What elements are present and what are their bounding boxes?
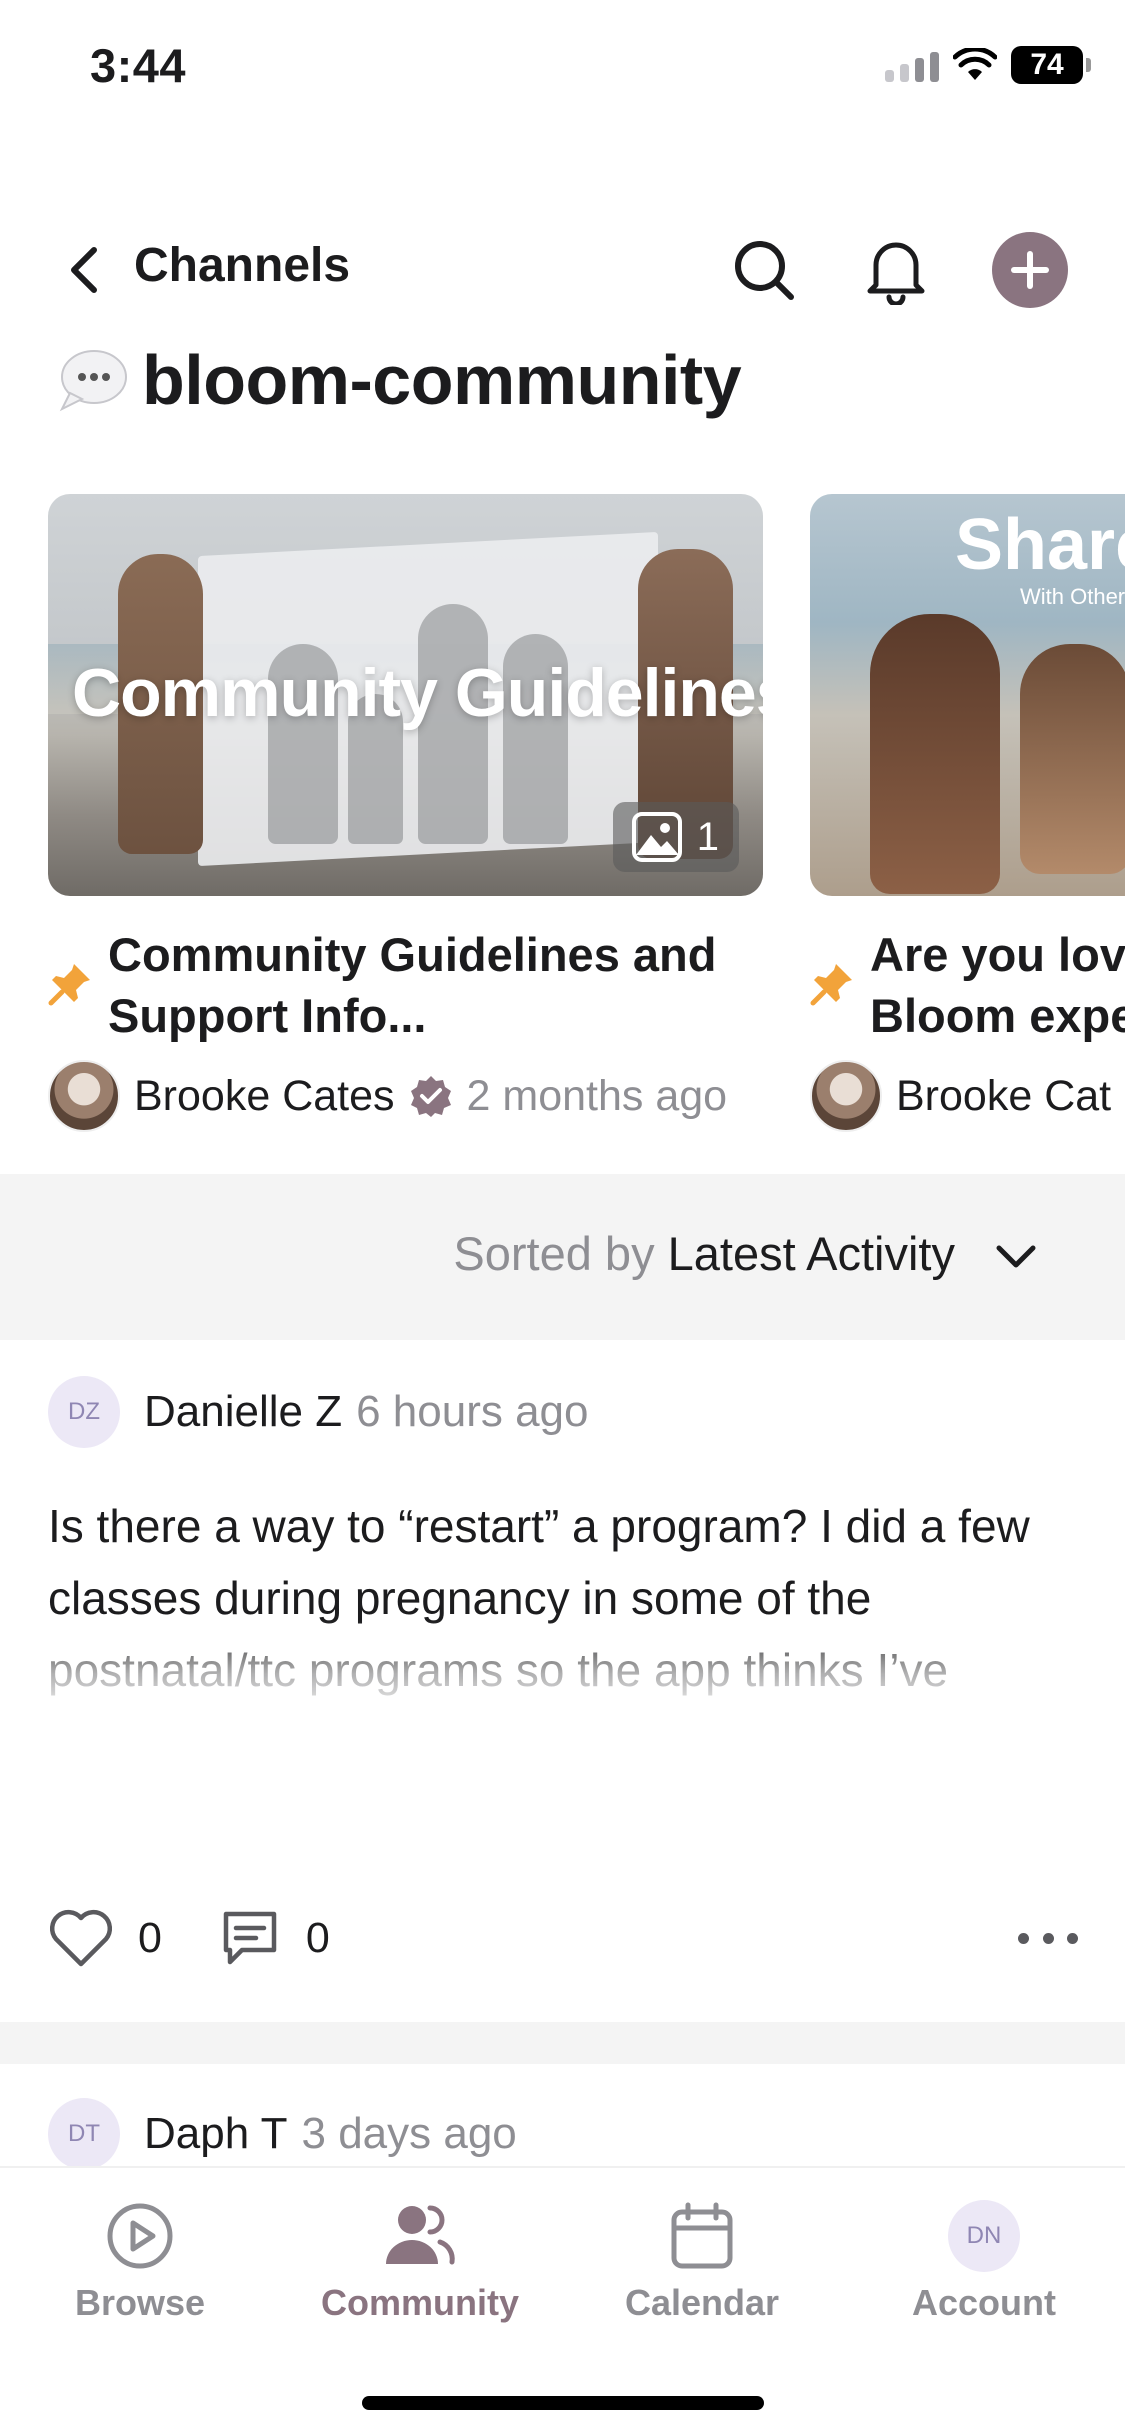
pinned-post-meta: Brooke Cates 2 months ago — [48, 1060, 763, 1132]
title-line: Support Info... — [108, 989, 427, 1042]
avatar[interactable]: DZ — [48, 1376, 120, 1448]
pinned-post-title[interactable]: Community Guidelines and Support Info... — [48, 924, 763, 1046]
tab-icon-wrap — [664, 2198, 740, 2274]
sort-selector[interactable]: Sorted by Latest Activity — [0, 1174, 1125, 1340]
post-card[interactable]: DT Daph T 3 days ago — [0, 2064, 1125, 2170]
verified-badge-icon — [410, 1076, 451, 1117]
plus-icon — [1011, 251, 1049, 289]
more-options-icon[interactable] — [1018, 1918, 1078, 1958]
post-timestamp: 2 months ago — [466, 1071, 728, 1120]
author-name[interactable]: Brooke Cates — [134, 1072, 395, 1121]
like-count: 0 — [138, 1913, 162, 1962]
back-chevron-icon[interactable] — [60, 242, 110, 298]
image-count: 1 — [696, 814, 719, 859]
post-divider — [0, 2022, 1125, 2064]
status-indicators: 74 — [885, 46, 1091, 84]
tab-icon-wrap — [382, 2198, 458, 2274]
pinned-post-title-text: Community Guidelines and Support Info... — [108, 924, 748, 1046]
comment-button[interactable]: 0 — [218, 1906, 330, 1970]
post-body[interactable]: Is there a way to “restart” a program? I… — [48, 1490, 1078, 1706]
person-figure — [870, 614, 1000, 894]
wifi-icon — [953, 48, 997, 80]
status-time: 3:44 — [90, 39, 187, 92]
tab-community[interactable]: Community — [290, 2198, 550, 2324]
like-button[interactable]: 0 — [48, 1908, 162, 1968]
post-header: DT Daph T 3 days ago — [48, 2098, 517, 2170]
bell-icon — [867, 242, 925, 305]
speech-bubble-icon — [59, 350, 127, 412]
person-figure — [1020, 644, 1125, 874]
pinned-posts-carousel[interactable]: Community Guidelines 1 Community Guideli… — [0, 494, 1125, 1134]
pinned-post-image[interactable]: Community Guidelines 1 — [48, 494, 763, 896]
tab-account[interactable]: DN Account — [854, 2198, 1114, 2324]
battery-indicator: 74 — [1011, 46, 1091, 84]
status-bar: 3:44 74 — [0, 0, 1125, 140]
people-icon — [386, 2205, 455, 2265]
author-name[interactable]: Danielle Z — [144, 1387, 342, 1437]
cellular-signal-icon — [885, 48, 939, 82]
image-caption: Community Guidelines — [72, 655, 763, 731]
pinned-post-title-text: Are you lov Bloom expe — [870, 924, 1125, 1046]
pinned-post-meta: Brooke Cat — [810, 1060, 1125, 1132]
pushpin-icon — [48, 964, 90, 1006]
tab-icon-wrap — [102, 2198, 178, 2274]
post-timestamp: 3 days ago — [301, 2109, 517, 2158]
image-subcaption: With Other — [1020, 584, 1125, 609]
post-timestamp: 6 hours ago — [356, 1387, 589, 1436]
new-post-button[interactable] — [992, 232, 1068, 308]
avatar: DN — [948, 2200, 1020, 2272]
pinned-post-card[interactable]: Community Guidelines 1 Community Guideli… — [48, 494, 763, 1132]
calendar-icon — [671, 2202, 733, 2269]
avatar[interactable] — [810, 1060, 882, 1132]
back-to-channels-link[interactable]: Channels — [134, 238, 350, 293]
post-card[interactable]: DZ Danielle Z 6 hours ago Is there a way… — [0, 1340, 1125, 2022]
tab-calendar[interactable]: Calendar — [572, 2198, 832, 2324]
tab-icon-wrap: DN — [946, 2198, 1022, 2274]
tab-label: Browse — [74, 2282, 206, 2323]
image-count-badge: 1 — [612, 802, 739, 872]
screen: 3:44 74 Channels bloom-community Communi… — [0, 0, 1125, 2436]
sort-value: Latest Activity — [667, 1227, 955, 1280]
top-nav: Channels — [0, 220, 1125, 320]
channel-title: bloom-community — [142, 341, 742, 419]
tab-label: Community — [321, 2282, 519, 2323]
chevron-down-icon[interactable] — [991, 1232, 1041, 1282]
pinned-post-card[interactable]: Share With Other Are you lov Bloom expe … — [810, 494, 1125, 1132]
tab-browse[interactable]: Browse — [10, 2198, 270, 2324]
tab-label: Account — [912, 2282, 1056, 2323]
author-name[interactable]: Brooke Cat — [896, 1072, 1111, 1121]
sort-prefix: Sorted by — [453, 1227, 655, 1280]
notifications-button[interactable] — [858, 232, 934, 308]
title-line: Are you lov — [870, 928, 1125, 981]
pinned-post-title[interactable]: Are you lov Bloom expe — [810, 924, 1125, 1046]
channel-header: bloom-community — [56, 330, 742, 430]
avatar[interactable]: DT — [48, 2098, 120, 2170]
pinned-post-image[interactable]: Share With Other — [810, 494, 1125, 896]
play-circle-icon — [107, 2203, 173, 2269]
comment-icon — [223, 1911, 277, 1965]
image-icon — [631, 812, 682, 862]
search-button[interactable] — [726, 232, 802, 308]
post-actions: 0 0 — [48, 1898, 1078, 1978]
search-icon — [735, 241, 794, 300]
comment-count: 0 — [305, 1913, 330, 1962]
title-line: Community Guidelines and — [108, 928, 717, 981]
battery-level: 74 — [1030, 48, 1064, 81]
title-line: Bloom expe — [870, 989, 1125, 1042]
pushpin-icon — [810, 964, 852, 1006]
avatar[interactable] — [48, 1060, 120, 1132]
sort-label[interactable]: Sorted by Latest Activity — [453, 1226, 955, 1281]
post-header: DZ Danielle Z 6 hours ago — [48, 1376, 589, 1448]
home-indicator — [362, 2396, 764, 2410]
image-caption: Share — [955, 505, 1125, 585]
heart-icon — [49, 1909, 113, 1967]
author-name[interactable]: Daph T — [144, 2109, 288, 2159]
tab-label: Calendar — [624, 2282, 780, 2323]
